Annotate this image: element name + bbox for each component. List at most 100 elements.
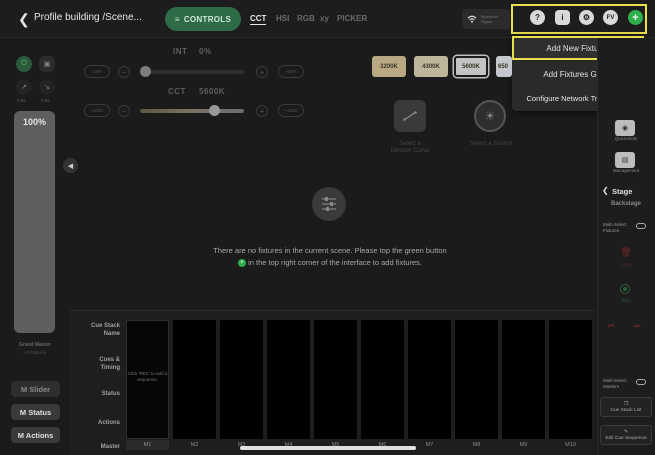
all-fixtures-label: All Fixtures — [23, 350, 47, 355]
skip-back-icon[interactable]: ⏮ — [608, 323, 614, 331]
help-icon[interactable]: ? — [530, 10, 545, 25]
multi-select-fixtures-toggle[interactable] — [636, 223, 646, 229]
back-chevron-icon[interactable]: ❮ — [18, 11, 30, 27]
tab-hsi[interactable]: HSI — [276, 14, 289, 23]
skip-forward-icon[interactable]: ⏭ — [634, 323, 640, 331]
dimmer-curve-tile[interactable] — [394, 100, 426, 132]
wifi-icon — [467, 15, 477, 23]
cue-column-m6[interactable] — [361, 320, 404, 439]
tab-rgb[interactable]: RGB — [297, 14, 315, 23]
home-indicator[interactable] — [240, 446, 416, 450]
m-slider-button[interactable]: M Slider — [11, 381, 60, 397]
edit-cue-sequence-button[interactable]: ✎ Edit Cue Sequence — [600, 425, 652, 445]
fade-out-caption: 0.5s — [41, 98, 50, 103]
fade-in-icon[interactable]: ↗ — [16, 79, 32, 95]
power-icon[interactable]: ⏻ — [16, 56, 32, 72]
int-plus-10-button[interactable]: +10% — [278, 65, 304, 78]
multi-select-fixtures-label: Multi-Select Fixtures — [603, 222, 627, 233]
controls-button[interactable]: ≡ CONTROLS — [165, 7, 241, 31]
preset-5600k[interactable]: 5600K — [454, 56, 488, 77]
preset-6500k[interactable]: 650 — [496, 56, 512, 77]
source-tile[interactable]: ☀ — [474, 100, 506, 132]
fade-out-icon[interactable]: ↘ — [39, 79, 55, 95]
grand-master-percent: 100% — [22, 117, 47, 127]
rec-icon[interactable] — [620, 284, 630, 294]
int-value: 0% — [199, 47, 212, 56]
cct-label: CCT — [168, 87, 186, 96]
row-label-cues-timing: Cues & Timing — [99, 357, 120, 371]
sun-icon: ☀ — [484, 109, 496, 123]
cue-column-m5[interactable] — [314, 320, 357, 439]
camera-icon[interactable]: ◉ — [615, 120, 635, 136]
cct-slider-thumb[interactable] — [208, 105, 220, 116]
column-label-m10[interactable]: M10 — [549, 442, 592, 448]
column-label-m8[interactable]: M8 — [455, 442, 498, 448]
rec-label[interactable]: REC — [599, 298, 653, 303]
open-label[interactable]: Open — [599, 262, 653, 267]
source-caption: Select a Source — [469, 141, 513, 147]
management-label[interactable]: Management — [599, 168, 653, 173]
stage-label[interactable]: Stage — [612, 187, 632, 196]
cue-stack-list-button[interactable]: ❐ Cue Stack List — [600, 397, 652, 417]
empty-scene-message-line1: There are no fixtures in the current sce… — [213, 246, 447, 255]
cct-decrease-icon[interactable]: − — [118, 105, 130, 117]
stage-chevron-icon[interactable]: ❮ — [602, 186, 609, 195]
multi-select-masters-label: Multi-Select Masters — [603, 378, 627, 389]
tab-xy[interactable]: xy — [320, 14, 329, 23]
cue-column-m4[interactable] — [267, 320, 310, 439]
column-label-m2[interactable]: M2 — [173, 442, 216, 448]
row-label-status: Status — [101, 391, 120, 397]
inline-add-plus-icon: + — [238, 259, 247, 268]
cue-column-m9[interactable] — [502, 320, 545, 439]
int-decrease-icon[interactable]: − — [118, 66, 130, 78]
row-label-cue-stack-name: Cue Stack Name — [90, 323, 120, 337]
int-minus-10-button[interactable]: -10% — [84, 65, 110, 78]
quickshots-label[interactable]: Quickshots — [599, 136, 653, 141]
dimmer-curve-caption: Select a Dimmer Curve — [390, 141, 430, 154]
sliders-icon: ≡ — [174, 14, 180, 24]
fv-button[interactable]: FV — [603, 10, 618, 25]
backstage-label[interactable]: Backstage — [599, 201, 653, 207]
add-plus-icon[interactable]: + — [628, 10, 643, 25]
m1-empty-hint: Click 'REC' to add a sequence. — [127, 371, 168, 382]
m-status-button[interactable]: M Status — [11, 404, 60, 420]
int-increase-icon[interactable]: + — [256, 66, 268, 78]
edit-cue-sequence-label: Edit Cue Sequence — [605, 435, 647, 441]
column-label-m1[interactable]: M1 — [126, 440, 169, 450]
cue-column-m8[interactable] — [455, 320, 498, 439]
m-actions-button[interactable]: M Actions — [11, 427, 60, 443]
grand-master-slider[interactable] — [14, 111, 55, 333]
settings-gear-icon[interactable]: ⚙ — [579, 10, 594, 25]
grand-master-label: Grand Master — [18, 342, 52, 348]
int-slider-track[interactable] — [140, 70, 244, 74]
cct-plus-100k-button[interactable]: +100K — [278, 104, 304, 117]
tab-cct[interactable]: CCT — [250, 14, 267, 25]
no-fixtures-icon — [312, 187, 346, 221]
cct-slider-track[interactable] — [140, 109, 244, 113]
fade-in-caption: 0.5s — [17, 98, 26, 103]
lock-icon[interactable]: ▣ — [39, 56, 55, 72]
cue-column-m2[interactable] — [173, 320, 216, 439]
column-label-m9[interactable]: M9 — [502, 442, 545, 448]
collapse-panel-icon[interactable]: ◀ — [63, 158, 78, 173]
preset-4300k[interactable]: 4300K — [414, 56, 448, 77]
copy-icon: ❐ — [623, 401, 629, 407]
trash-open-icon[interactable]: 🗑 — [620, 247, 631, 258]
cue-column-m7[interactable] — [408, 320, 451, 439]
management-icon[interactable]: ▤ — [615, 152, 635, 168]
multi-select-masters-toggle[interactable] — [636, 379, 646, 385]
cct-minus-100k-button[interactable]: -100K — [84, 104, 110, 117]
tab-picker[interactable]: PICKER — [337, 14, 367, 23]
connection-status[interactable]: Bluetooth Signal — [462, 9, 510, 29]
int-slider-thumb[interactable] — [140, 66, 151, 77]
row-label-actions: Actions — [97, 420, 120, 426]
cue-column-m10[interactable] — [549, 320, 592, 439]
cct-increase-icon[interactable]: + — [256, 105, 268, 117]
preset-3200k[interactable]: 3200K — [372, 56, 406, 77]
cue-column-m3[interactable] — [220, 320, 263, 439]
empty-scene-message-line2-wrap: + in the top right corner of the interfa… — [160, 258, 500, 268]
info-icon[interactable]: i — [555, 10, 570, 25]
int-label: INT — [173, 47, 188, 56]
grand-master-fill — [14, 111, 55, 333]
connection-line2: Signal — [481, 19, 493, 24]
